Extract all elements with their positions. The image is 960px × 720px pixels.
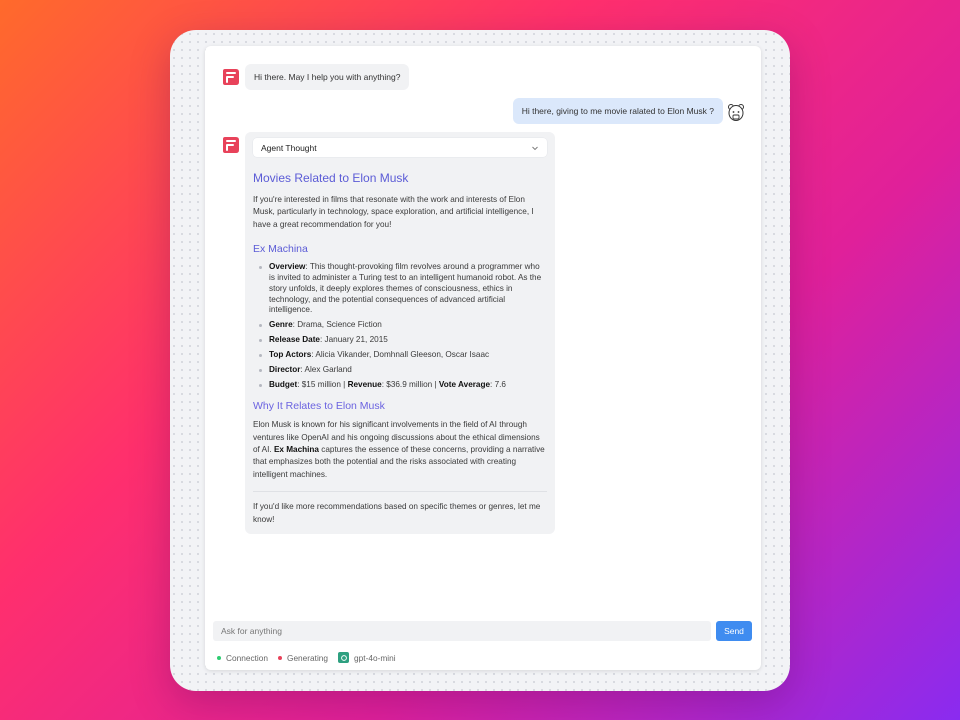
list-item: Top Actors: Alicia Vikander, Domhnall Gl…: [259, 350, 547, 361]
user-message-bubble: Hi there, giving to me movie ralated to …: [512, 98, 723, 124]
list-item: Budget: $15 million | Revenue: $36.9 mil…: [259, 380, 547, 391]
chat-input[interactable]: [213, 621, 711, 641]
connection-dot-icon: [217, 655, 221, 660]
openai-icon: [338, 652, 350, 663]
why-text: Elon Musk is known for his significant i…: [253, 420, 545, 479]
list-item: Release Date: January 21, 2015: [259, 335, 547, 346]
agent-thought-toggle[interactable]: Agent Thought: [253, 138, 547, 157]
answer-intro: If you're interested in films that reson…: [253, 195, 534, 229]
chat-window: Hi there. May I help you with anything? …: [205, 46, 761, 670]
list-item: Director: Alex Garland: [259, 365, 547, 376]
closing-text: If you'd like more recommendations based…: [253, 502, 541, 524]
divider: [253, 491, 547, 493]
model-indicator[interactable]: gpt-4o-mini: [338, 652, 396, 663]
bot-logo-icon: [223, 137, 239, 153]
movie-details-list: Overview: This thought-provoking film re…: [259, 262, 547, 391]
connection-status: Connection: [217, 653, 268, 663]
device-frame: Hi there. May I help you with anything? …: [170, 30, 790, 691]
agent-thought-label: Agent Thought: [261, 142, 317, 153]
why-title: Why It Relates to Elon Musk: [253, 400, 385, 413]
chevron-down-icon: [532, 146, 538, 150]
bot-logo-icon: [223, 69, 239, 85]
generating-status: Generating: [277, 653, 328, 663]
movie-title: Ex Machina: [253, 243, 308, 256]
bot-greeting-bubble: Hi there. May I help you with anything?: [245, 64, 410, 90]
answer-title: Movies Related to Elon Musk: [253, 171, 409, 185]
list-item: Overview: This thought-provoking film re…: [259, 262, 547, 316]
status-bar: Connection Generating gpt-4o-mini: [217, 652, 406, 663]
send-button[interactable]: Send: [716, 621, 752, 641]
generating-dot-icon: [277, 655, 282, 660]
list-item: Genre: Drama, Science Fiction: [259, 320, 547, 331]
user-avatar-icon: [728, 104, 744, 121]
bot-answer-bubble: Agent Thought Movies Related to Elon Mus…: [245, 132, 555, 534]
